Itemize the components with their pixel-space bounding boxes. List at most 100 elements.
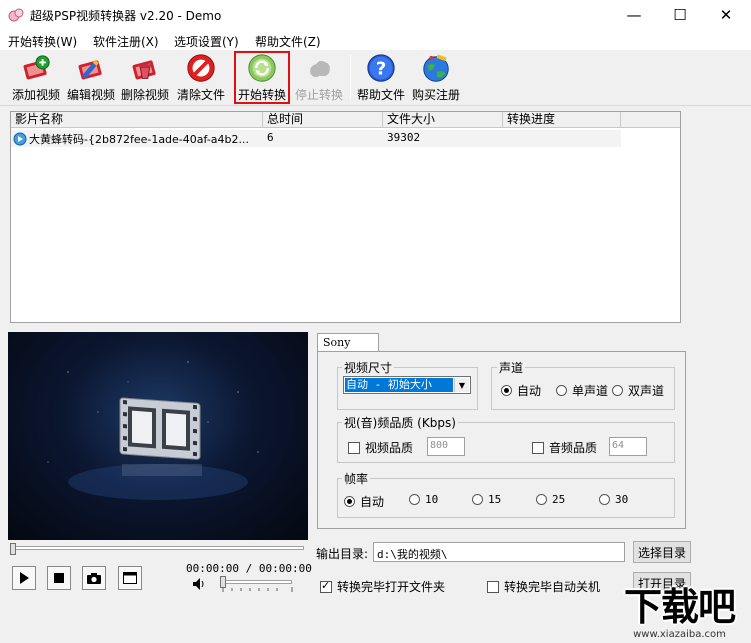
- radio-icon: [472, 494, 483, 505]
- window-icon: [123, 572, 137, 584]
- title-bar: 超级PSP视频转换器 v2.20 - Demo — ☐ ✕: [0, 0, 751, 30]
- edit-video-label: 编辑视频: [66, 88, 115, 102]
- choose-dir-button[interactable]: 选择目录: [633, 541, 691, 563]
- maximize-button[interactable]: ☐: [657, 0, 703, 30]
- watermark-logo: 下载吧 www.xiazaiba.com: [608, 585, 751, 643]
- menu-start-convert[interactable]: 开始转换(W): [8, 33, 77, 50]
- channel-auto-radio[interactable]: 自动: [501, 382, 541, 399]
- fps-30-radio[interactable]: 30: [599, 493, 628, 506]
- column-header-duration[interactable]: 总时间: [263, 112, 383, 128]
- output-dir-label: 输出目录:: [316, 547, 369, 561]
- fullscreen-button[interactable]: [118, 566, 142, 590]
- fps-30-label: 30: [615, 493, 629, 506]
- video-size-title: 视频尺寸: [342, 359, 395, 376]
- quality-title: 视(音)频品质 (Kbps): [342, 414, 458, 431]
- menu-register[interactable]: 软件注册(X): [93, 33, 159, 50]
- stop-convert-icon: [310, 60, 330, 78]
- fps-auto-label: 自动: [360, 495, 385, 509]
- buy-register-button[interactable]: 购买注册: [410, 53, 462, 103]
- clear-files-icon: [187, 54, 215, 82]
- radio-icon: [556, 385, 567, 396]
- auto-shutdown-checkbox[interactable]: 转换完毕自动关机: [487, 578, 600, 595]
- channel-stereo-radio[interactable]: 双声道: [612, 382, 664, 399]
- play-button[interactable]: [12, 566, 36, 590]
- fps-15-radio[interactable]: 15: [472, 493, 501, 506]
- delete-video-icon: [132, 60, 156, 80]
- help-icon: ?: [367, 54, 395, 82]
- fps-15-label: 15: [488, 493, 502, 506]
- channel-auto-label: 自动: [517, 384, 542, 398]
- film-reel-icon: [47, 361, 259, 500]
- add-video-button[interactable]: 添加视频: [10, 53, 62, 103]
- tab-sony-psp[interactable]: Sony PSP: [317, 333, 379, 362]
- column-header-progress[interactable]: 转换进度: [503, 112, 621, 128]
- menu-options[interactable]: 选项设置(Y): [174, 33, 239, 50]
- radio-icon: [501, 385, 512, 396]
- auto-shutdown-label: 转换完毕自动关机: [504, 580, 601, 594]
- help-label: 帮助文件: [356, 88, 405, 102]
- help-button[interactable]: ? 帮助文件: [355, 53, 407, 103]
- file-list[interactable]: 影片名称 总时间 文件大小 转换进度 大黄蜂转码-{2b872fee-1ade-…: [10, 111, 681, 323]
- checkbox-icon: [348, 441, 360, 454]
- add-video-label: 添加视频: [11, 88, 60, 102]
- maximize-icon: ☐: [673, 6, 687, 24]
- audio-channel-title: 声道: [497, 359, 526, 376]
- column-header-filler: [621, 112, 680, 128]
- clear-files-button[interactable]: 清除文件: [174, 53, 228, 103]
- cell-duration: 6: [267, 131, 274, 144]
- chevron-down-icon[interactable]: ▼: [454, 378, 469, 392]
- open-folder-checkbox[interactable]: 转换完毕打开文件夹: [320, 578, 445, 595]
- fps-10-radio[interactable]: 10: [409, 493, 438, 506]
- fps-25-label: 25: [552, 493, 566, 506]
- column-header-name[interactable]: 影片名称: [11, 112, 263, 128]
- volume-icon[interactable]: [193, 578, 207, 590]
- close-button[interactable]: ✕: [703, 0, 749, 30]
- radio-icon: [599, 494, 610, 505]
- video-file-icon: [13, 132, 27, 146]
- video-quality-checkbox[interactable]: 视频品质: [348, 439, 413, 456]
- snapshot-button[interactable]: [82, 566, 106, 590]
- edit-video-icon: [78, 59, 102, 80]
- edit-video-button[interactable]: 编辑视频: [65, 53, 117, 103]
- audio-quality-checkbox[interactable]: 音频品质: [532, 439, 597, 456]
- svg-text:?: ?: [376, 59, 386, 80]
- position-slider-thumb[interactable]: [10, 543, 16, 555]
- window-title: 超级PSP视频转换器 v2.20 - Demo: [30, 9, 222, 23]
- radio-icon: [536, 494, 547, 505]
- channel-mono-radio[interactable]: 单声道: [556, 382, 608, 399]
- audio-quality-label: 音频品质: [549, 441, 598, 455]
- radio-icon: [344, 496, 355, 507]
- channel-mono-label: 单声道: [572, 384, 609, 398]
- video-quality-label: 视频品质: [365, 441, 414, 455]
- buy-register-label: 购买注册: [411, 88, 460, 102]
- channel-stereo-label: 双声道: [628, 384, 665, 398]
- stop-button[interactable]: [47, 566, 71, 590]
- column-header-size[interactable]: 文件大小: [383, 112, 503, 128]
- checkbox-icon: [532, 441, 544, 454]
- menu-help[interactable]: 帮助文件(Z): [255, 33, 321, 50]
- volume-ticks: [222, 587, 293, 592]
- table-row[interactable]: 大黄蜂转码-{2b872fee-1ade-40af-a4b2... 6 3930…: [11, 130, 621, 147]
- play-icon: [20, 572, 29, 584]
- fps-auto-radio[interactable]: 自动: [344, 493, 384, 510]
- add-video-icon: [23, 55, 50, 80]
- buy-register-icon: [423, 54, 449, 82]
- video-size-select[interactable]: 自动 - 初始大小 ▼: [343, 376, 471, 394]
- output-dir-input[interactable]: d:\我的视频\: [373, 542, 625, 562]
- video-quality-input[interactable]: 800: [427, 437, 465, 456]
- stop-icon: [54, 573, 64, 583]
- delete-video-button[interactable]: 删除视频: [119, 53, 171, 103]
- checkbox-icon: [487, 580, 499, 593]
- fps-25-radio[interactable]: 25: [536, 493, 565, 506]
- menu-bar: 开始转换(W) 软件注册(X) 选项设置(Y) 帮助文件(Z): [0, 30, 751, 50]
- watermark-url: www.xiazaiba.com: [633, 629, 726, 640]
- minimize-button[interactable]: —: [611, 0, 657, 30]
- position-slider[interactable]: [12, 546, 304, 550]
- stop-convert-button[interactable]: 停止转换: [292, 53, 346, 103]
- audio-quality-input[interactable]: 64: [609, 437, 647, 456]
- stop-convert-label: 停止转换: [294, 88, 343, 102]
- watermark-text: 下载吧: [623, 585, 736, 629]
- volume-slider[interactable]: [222, 580, 292, 584]
- delete-video-label: 删除视频: [120, 88, 169, 102]
- cell-size: 39302: [387, 131, 421, 144]
